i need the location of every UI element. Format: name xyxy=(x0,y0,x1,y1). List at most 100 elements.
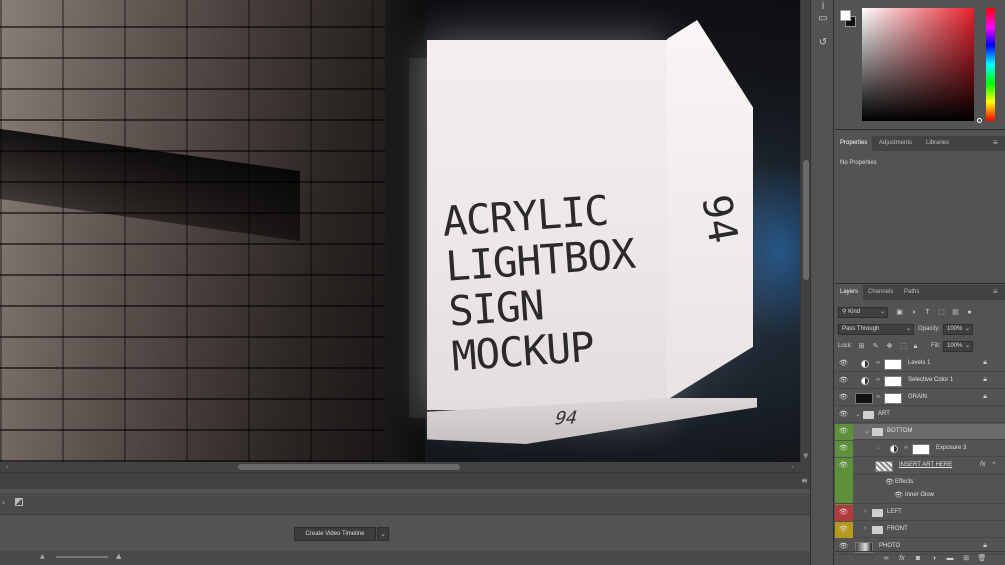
shape-filter-icon[interactable]: ⬚ xyxy=(937,308,946,317)
panel-menu-icon[interactable]: ≡ xyxy=(993,139,1001,147)
color-picker-cursor[interactable] xyxy=(977,118,982,123)
visibility-toggle[interactable]: 👁︎ xyxy=(835,441,853,457)
layer-thumbnail[interactable] xyxy=(855,393,873,404)
layer-name[interactable]: INSERT ART HERE xyxy=(899,462,952,468)
eye-icon[interactable]: 👁︎ xyxy=(885,479,894,486)
filter-toggle-icon[interactable]: ● xyxy=(965,308,974,317)
layer-mask-thumbnail[interactable] xyxy=(884,393,902,404)
layer-group-row[interactable]: 👁︎ ⌄ ART xyxy=(835,407,1005,423)
layer-name[interactable]: Levels 1 xyxy=(908,360,930,366)
visibility-toggle[interactable]: 👁︎ xyxy=(835,407,853,423)
layer-effects-icon[interactable]: fx xyxy=(980,461,985,468)
zoom-in-icon[interactable]: ▲ xyxy=(116,552,121,560)
color-panel xyxy=(835,0,1005,130)
tab-layers[interactable]: Layers xyxy=(835,285,864,300)
brick-wall-photo xyxy=(0,0,420,462)
layer-mask-thumbnail[interactable] xyxy=(884,359,902,370)
tab-channels[interactable]: Channels xyxy=(863,285,898,300)
timeline-type-dropdown[interactable]: ⌄ xyxy=(377,527,389,541)
layer-row[interactable]: 👁︎ ∞ Levels 1 🔒︎ xyxy=(835,356,1005,372)
layer-row[interactable]: 👁︎ ∞ Selective Color 1 🔒︎ xyxy=(835,373,1005,389)
lock-transparent-icon[interactable]: ⊞ xyxy=(857,342,866,351)
timeline-zoom-slider[interactable] xyxy=(56,556,108,558)
horizontal-scroll-thumb[interactable] xyxy=(238,464,460,470)
layers-tabs: Layers Channels Paths ≡ xyxy=(835,285,1005,300)
new-adjustment-icon[interactable]: ◑ xyxy=(929,554,939,564)
layer-mask-thumbnail[interactable] xyxy=(884,376,902,387)
layer-name[interactable]: LEFT xyxy=(887,509,902,515)
canvas-horizontal-scrollbar[interactable]: › › xyxy=(0,462,810,472)
chevron-down-icon[interactable]: ⌄ xyxy=(855,410,861,418)
eye-icon[interactable]: 👁︎ xyxy=(894,492,903,499)
layer-mask-thumbnail[interactable] xyxy=(912,444,930,455)
add-style-icon[interactable]: fx xyxy=(897,554,907,564)
folder-icon xyxy=(872,428,883,436)
add-mask-icon[interactable]: ◙ xyxy=(913,554,923,564)
scroll-right-arrow-icon[interactable]: › xyxy=(791,463,794,471)
vertical-scroll-thumb[interactable] xyxy=(803,160,809,280)
smart-object-filter-icon[interactable]: ▤ xyxy=(951,308,960,317)
layer-name[interactable]: Exposure 3 xyxy=(936,445,966,451)
tab-adjustments[interactable]: Adjustments xyxy=(874,136,917,151)
panel-menu-icon[interactable]: ≡ xyxy=(801,476,808,485)
layer-name[interactable]: GRAIN xyxy=(908,394,927,400)
layer-group-row[interactable]: 👁︎ ⌄ BOTTOM xyxy=(835,424,1005,440)
render-icon[interactable] xyxy=(15,498,23,506)
tab-libraries[interactable]: Libraries xyxy=(921,136,954,151)
opacity-input[interactable]: 100% ⌄ xyxy=(943,324,973,335)
eye-icon: 👁︎ xyxy=(839,543,848,550)
smart-object-thumbnail[interactable] xyxy=(875,461,893,472)
panel-menu-icon[interactable]: ≡ xyxy=(993,288,1001,296)
chevron-up-icon[interactable]: ⌃ xyxy=(991,461,997,469)
color-field[interactable] xyxy=(862,8,974,121)
layer-name[interactable]: FRONT xyxy=(887,526,908,532)
layer-name[interactable]: BOTTOM xyxy=(887,428,913,434)
create-video-timeline-button[interactable]: Create Video Timeline xyxy=(294,527,376,541)
comments-icon[interactable]: ▭ xyxy=(816,12,830,26)
blend-mode-select[interactable]: Pass Through ⌄ xyxy=(838,324,914,335)
visibility-toggle[interactable]: 👁︎ xyxy=(835,522,853,538)
filter-kind-select[interactable]: ⚲ Kind ⌄ xyxy=(838,307,888,318)
history-icon[interactable]: ↺ xyxy=(816,36,830,50)
trash-icon[interactable]: 🗑︎ xyxy=(977,554,987,564)
fill-input[interactable]: 100% ⌄ xyxy=(943,341,973,352)
chevron-down-icon: ⌄ xyxy=(905,326,911,332)
visibility-toggle[interactable]: 👁︎ xyxy=(835,373,853,389)
new-layer-icon[interactable]: ⊞ xyxy=(961,554,971,564)
tab-properties[interactable]: Properties xyxy=(835,136,873,151)
chevron-right-icon[interactable]: › xyxy=(864,508,866,515)
lock-position-icon[interactable]: ✥ xyxy=(885,342,894,351)
canvas-vertical-scrollbar[interactable]: ▼ xyxy=(800,0,810,462)
layer-name[interactable]: Selective Color 1 xyxy=(908,377,953,383)
adjustment-filter-icon[interactable]: ◑ xyxy=(909,308,918,317)
new-group-icon[interactable]: ▬ xyxy=(945,554,955,564)
scroll-left-arrow-icon[interactable]: › xyxy=(6,463,9,471)
visibility-toggle[interactable]: 👁︎ xyxy=(835,356,853,372)
layer-row[interactable]: 👁︎ ∞ GRAIN 🔒︎ xyxy=(835,390,1005,406)
link-layers-icon[interactable]: ∞ xyxy=(881,554,891,564)
lock-image-icon[interactable]: ✎ xyxy=(871,342,880,351)
hue-slider[interactable] xyxy=(986,8,995,121)
pixel-filter-icon[interactable]: ▣ xyxy=(895,308,904,317)
layer-group-row[interactable]: 👁︎ › FRONT xyxy=(835,522,1005,538)
effect-row[interactable]: 👁︎ Inner Glow xyxy=(835,488,1005,504)
visibility-toggle[interactable]: 👁︎ xyxy=(835,505,853,521)
chevron-down-icon[interactable]: ⌄ xyxy=(864,427,870,435)
visibility-toggle[interactable]: 👁︎ xyxy=(835,424,853,440)
visibility-toggle[interactable]: 👁︎ xyxy=(835,390,853,406)
type-filter-icon[interactable]: T xyxy=(923,308,932,317)
zoom-out-icon[interactable]: ▲ xyxy=(40,553,45,560)
scroll-down-arrow-icon[interactable]: ▼ xyxy=(803,452,808,460)
lock-all-icon[interactable]: 🔒︎ xyxy=(911,342,920,351)
layer-name[interactable]: PHOTO xyxy=(879,543,900,549)
lock-artboard-icon[interactable]: ⬚ xyxy=(899,342,908,351)
back-icon[interactable]: ‹ xyxy=(2,498,5,507)
layer-row[interactable]: 👁︎ ↓ ∞ Exposure 3 xyxy=(835,441,1005,457)
layer-name[interactable]: ART xyxy=(878,411,890,417)
chevron-right-icon[interactable]: › xyxy=(864,525,866,532)
layer-row[interactable]: 👁︎ INSERT ART HERE fx ⌃ xyxy=(835,458,1005,508)
tab-paths[interactable]: Paths xyxy=(899,285,924,300)
layer-group-row[interactable]: 👁︎ › LEFT xyxy=(835,505,1005,521)
document-canvas[interactable]: ACRYLIC LIGHTBOX SIGN MOCKUP 94 94 xyxy=(0,0,800,462)
foreground-color-swatch[interactable] xyxy=(840,10,851,21)
